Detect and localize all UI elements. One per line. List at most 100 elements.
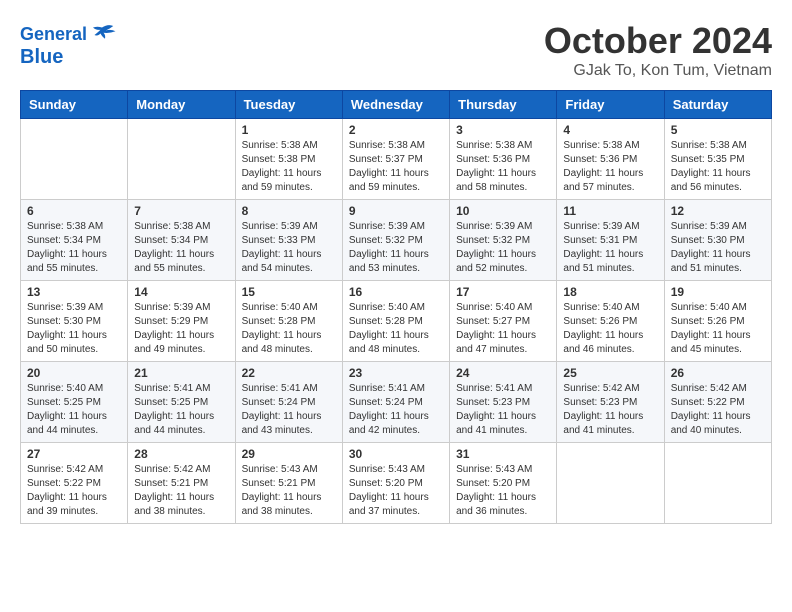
cell-data: Sunrise: 5:41 AMSunset: 5:24 PMDaylight:…	[242, 382, 336, 438]
day-number: 7	[134, 204, 228, 218]
cell-data: Sunrise: 5:38 AMSunset: 5:34 PMDaylight:…	[27, 220, 121, 276]
day-number: 10	[456, 204, 550, 218]
day-number: 4	[563, 123, 657, 137]
day-number: 14	[134, 285, 228, 299]
day-number: 31	[456, 447, 550, 461]
cell-data: Sunrise: 5:41 AMSunset: 5:23 PMDaylight:…	[456, 382, 550, 438]
weekday-header-tuesday: Tuesday	[235, 91, 342, 119]
calendar-cell	[21, 119, 128, 200]
cell-data: Sunrise: 5:38 AMSunset: 5:34 PMDaylight:…	[134, 220, 228, 276]
calendar-cell: 8 Sunrise: 5:39 AMSunset: 5:33 PMDaylight…	[235, 200, 342, 281]
cell-data: Sunrise: 5:43 AMSunset: 5:20 PMDaylight:…	[349, 463, 443, 519]
cell-data: Sunrise: 5:38 AMSunset: 5:35 PMDaylight:…	[671, 139, 765, 195]
day-number: 20	[27, 366, 121, 380]
weekday-header-monday: Monday	[128, 91, 235, 119]
day-number: 29	[242, 447, 336, 461]
cell-data: Sunrise: 5:40 AMSunset: 5:28 PMDaylight:…	[242, 301, 336, 357]
cell-data: Sunrise: 5:38 AMSunset: 5:38 PMDaylight:…	[242, 139, 336, 195]
day-number: 28	[134, 447, 228, 461]
weekday-header-friday: Friday	[557, 91, 664, 119]
day-number: 21	[134, 366, 228, 380]
calendar-week-2: 6 Sunrise: 5:38 AMSunset: 5:34 PMDaylight…	[21, 200, 772, 281]
cell-data: Sunrise: 5:40 AMSunset: 5:25 PMDaylight:…	[27, 382, 121, 438]
calendar-cell: 21Sunrise: 5:41 AMSunset: 5:25 PMDayligh…	[128, 362, 235, 443]
calendar-cell: 26 Sunrise: 5:42 AMSunset: 5:22 PMDayligh…	[664, 362, 771, 443]
logo-bird-icon	[87, 20, 117, 50]
calendar-cell: 3 Sunrise: 5:38 AMSunset: 5:36 PMDaylight…	[450, 119, 557, 200]
cell-data: Sunrise: 5:39 AMSunset: 5:31 PMDaylight:…	[563, 220, 657, 276]
cell-data: Sunrise: 5:42 AMSunset: 5:22 PMDaylight:…	[671, 382, 765, 438]
day-number: 24	[456, 366, 550, 380]
calendar-cell: 9 Sunrise: 5:39 AMSunset: 5:32 PMDaylight…	[342, 200, 449, 281]
calendar-cell: 23 Sunrise: 5:41 AMSunset: 5:24 PMDayligh…	[342, 362, 449, 443]
day-number: 16	[349, 285, 443, 299]
cell-data: Sunrise: 5:39 AMSunset: 5:32 PMDaylight:…	[349, 220, 443, 276]
calendar-cell: 4 Sunrise: 5:38 AMSunset: 5:36 PMDaylight…	[557, 119, 664, 200]
day-number: 1	[242, 123, 336, 137]
calendar-cell: 16 Sunrise: 5:40 AMSunset: 5:28 PMDayligh…	[342, 281, 449, 362]
day-number: 3	[456, 123, 550, 137]
cell-data: Sunrise: 5:40 AMSunset: 5:26 PMDaylight:…	[563, 301, 657, 357]
cell-data: Sunrise: 5:39 AMSunset: 5:29 PMDaylight:…	[134, 301, 228, 357]
cell-data: Sunrise: 5:42 AMSunset: 5:21 PMDaylight:…	[134, 463, 228, 519]
cell-data: Sunrise: 5:43 AMSunset: 5:21 PMDaylight:…	[242, 463, 336, 519]
day-number: 8	[242, 204, 336, 218]
cell-data: Sunrise: 5:40 AMSunset: 5:28 PMDaylight:…	[349, 301, 443, 357]
page-header: General Blue October 2024 GJak To, Kon T…	[20, 20, 772, 80]
calendar-cell: 20 Sunrise: 5:40 AMSunset: 5:25 PMDayligh…	[21, 362, 128, 443]
calendar-cell: 6 Sunrise: 5:38 AMSunset: 5:34 PMDaylight…	[21, 200, 128, 281]
cell-data: Sunrise: 5:43 AMSunset: 5:20 PMDaylight:…	[456, 463, 550, 519]
logo: General Blue	[20, 20, 117, 68]
day-number: 22	[242, 366, 336, 380]
cell-data: Sunrise: 5:41 AMSunset: 5:24 PMDaylight:…	[349, 382, 443, 438]
calendar-cell: 19 Sunrise: 5:40 AMSunset: 5:26 PMDayligh…	[664, 281, 771, 362]
day-number: 2	[349, 123, 443, 137]
weekday-header-saturday: Saturday	[664, 91, 771, 119]
day-number: 9	[349, 204, 443, 218]
calendar-cell: 31 Sunrise: 5:43 AMSunset: 5:20 PMDayligh…	[450, 443, 557, 524]
calendar-cell	[664, 443, 771, 524]
day-number: 15	[242, 285, 336, 299]
day-number: 5	[671, 123, 765, 137]
cell-data: Sunrise: 5:40 AMSunset: 5:26 PMDaylight:…	[671, 301, 765, 357]
cell-data: Sunrise: 5:39 AMSunset: 5:32 PMDaylight:…	[456, 220, 550, 276]
calendar-week-3: 13Sunrise: 5:39 AMSunset: 5:30 PMDayligh…	[21, 281, 772, 362]
calendar-table: SundayMondayTuesdayWednesdayThursdayFrid…	[20, 90, 772, 524]
calendar-cell: 11 Sunrise: 5:39 AMSunset: 5:31 PMDayligh…	[557, 200, 664, 281]
cell-data: Sunrise: 5:38 AMSunset: 5:36 PMDaylight:…	[456, 139, 550, 195]
day-number: 6	[27, 204, 121, 218]
cell-data: Sunrise: 5:40 AMSunset: 5:27 PMDaylight:…	[456, 301, 550, 357]
calendar-cell: 29 Sunrise: 5:43 AMSunset: 5:21 PMDayligh…	[235, 443, 342, 524]
calendar-cell: 1 Sunrise: 5:38 AMSunset: 5:38 PMDaylight…	[235, 119, 342, 200]
calendar-cell	[128, 119, 235, 200]
calendar-cell: 30 Sunrise: 5:43 AMSunset: 5:20 PMDayligh…	[342, 443, 449, 524]
calendar-cell: 28 Sunrise: 5:42 AMSunset: 5:21 PMDayligh…	[128, 443, 235, 524]
calendar-cell: 13Sunrise: 5:39 AMSunset: 5:30 PMDayligh…	[21, 281, 128, 362]
day-number: 30	[349, 447, 443, 461]
calendar-cell	[557, 443, 664, 524]
weekday-header-thursday: Thursday	[450, 91, 557, 119]
weekday-header-wednesday: Wednesday	[342, 91, 449, 119]
calendar-week-5: 27Sunrise: 5:42 AMSunset: 5:22 PMDayligh…	[21, 443, 772, 524]
cell-data: Sunrise: 5:39 AMSunset: 5:30 PMDaylight:…	[671, 220, 765, 276]
day-number: 26	[671, 366, 765, 380]
calendar-cell: 15 Sunrise: 5:40 AMSunset: 5:28 PMDayligh…	[235, 281, 342, 362]
calendar-cell: 17 Sunrise: 5:40 AMSunset: 5:27 PMDayligh…	[450, 281, 557, 362]
cell-data: Sunrise: 5:39 AMSunset: 5:30 PMDaylight:…	[27, 301, 121, 357]
month-title: October 2024	[544, 20, 772, 62]
weekday-header-row: SundayMondayTuesdayWednesdayThursdayFrid…	[21, 91, 772, 119]
day-number: 17	[456, 285, 550, 299]
cell-data: Sunrise: 5:38 AMSunset: 5:36 PMDaylight:…	[563, 139, 657, 195]
calendar-cell: 24 Sunrise: 5:41 AMSunset: 5:23 PMDayligh…	[450, 362, 557, 443]
calendar-cell: 5 Sunrise: 5:38 AMSunset: 5:35 PMDaylight…	[664, 119, 771, 200]
day-number: 19	[671, 285, 765, 299]
cell-data: Sunrise: 5:39 AMSunset: 5:33 PMDaylight:…	[242, 220, 336, 276]
day-number: 18	[563, 285, 657, 299]
calendar-week-1: 1 Sunrise: 5:38 AMSunset: 5:38 PMDaylight…	[21, 119, 772, 200]
day-number: 11	[563, 204, 657, 218]
calendar-cell: 12Sunrise: 5:39 AMSunset: 5:30 PMDayligh…	[664, 200, 771, 281]
day-number: 23	[349, 366, 443, 380]
calendar-cell: 27Sunrise: 5:42 AMSunset: 5:22 PMDayligh…	[21, 443, 128, 524]
day-number: 25	[563, 366, 657, 380]
calendar-cell: 7 Sunrise: 5:38 AMSunset: 5:34 PMDaylight…	[128, 200, 235, 281]
